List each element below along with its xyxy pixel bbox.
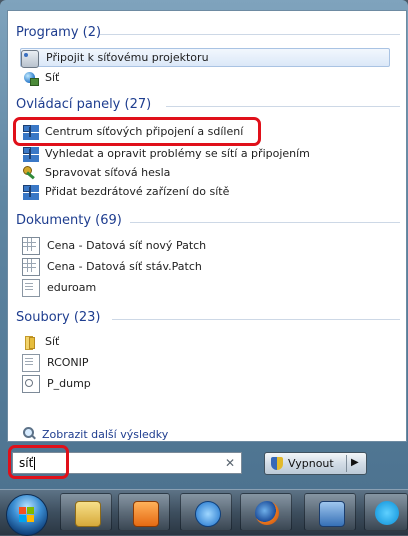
clear-search-icon[interactable]: ✕ [225,456,235,470]
shutdown-button[interactable]: Vypnout ▶ [264,452,367,475]
network-center-icon [22,124,38,140]
section-header-files: Soubory (23) [16,310,101,325]
dump-file-icon [22,374,40,393]
result-item-add-wireless-device[interactable]: Přidat bezdrátové zařízení do sítě [22,182,392,201]
divider [100,34,400,35]
result-label: Cena - Datová síť nový Patch [47,239,207,252]
taskbar-skype-button[interactable] [364,493,408,531]
see-more-results-label: Zobrazit další výsledky [42,427,169,441]
taskbar-explorer-button[interactable] [60,493,112,531]
document-icon [22,353,40,372]
start-button[interactable] [6,494,48,536]
shutdown-options-arrow-icon[interactable]: ▶ [351,457,359,468]
result-item-file[interactable]: RCONIP [22,353,392,372]
result-item-document[interactable]: eduroam [22,278,392,297]
skype-icon [375,501,399,525]
divider [112,319,400,320]
result-item-file[interactable]: Síť [22,332,392,351]
projector-icon [21,50,39,68]
document-icon [22,278,40,297]
result-label: P_dump [47,377,91,390]
result-item-document[interactable]: Cena - Datová síť stáv.Patch [22,257,392,276]
divider [130,222,400,223]
result-item-network[interactable]: Síť [22,68,392,87]
remote-desktop-icon [319,501,345,527]
result-label: Centrum síťových připojení a sdílení [45,125,244,138]
section-header-documents: Dokumenty (69) [16,213,122,228]
result-item-document[interactable]: Cena - Datová síť nový Patch [22,236,392,255]
network-center-icon [22,184,38,200]
result-label: Připojit k síťovému projektoru [46,51,209,64]
result-label: RCONIP [47,356,89,369]
result-label: Spravovat síťová hesla [45,166,171,179]
result-label: Síť [45,335,60,348]
section-header-programs: Programy (2) [16,25,102,40]
taskbar-media-player-button[interactable] [118,493,170,531]
taskbar-remote-desktop-button[interactable] [304,493,356,531]
spreadsheet-icon [22,257,40,276]
section-header-control-panel: Ovládací panely (27) [16,97,152,112]
key-icon [22,165,38,181]
shield-icon [271,457,283,470]
divider [166,106,400,107]
windows-logo-icon [19,507,35,523]
result-label: Přidat bezdrátové zařízení do sítě [45,185,230,198]
result-item-manage-passwords[interactable]: Spravovat síťová hesla [22,163,392,182]
result-item-file[interactable]: P_dump [22,374,392,393]
result-item-network-sharing-center[interactable]: Centrum síťových připojení a sdílení [22,122,392,141]
result-label: eduroam [47,281,97,294]
search-icon [22,426,38,442]
taskbar-firefox-button[interactable] [240,493,292,531]
media-player-icon [133,501,159,527]
folder-icon [22,334,38,350]
windows-explorer-icon [75,501,101,527]
network-icon [22,70,39,86]
taskbar-internet-explorer-button[interactable] [180,493,232,531]
see-more-results-link[interactable]: Zobrazit další výsledky [22,425,168,443]
search-results-panel: Programy (2) Připojit k síťovému projekt… [7,10,407,442]
spreadsheet-icon [22,236,40,255]
divider [346,455,347,472]
network-center-icon [22,146,38,162]
result-label: Síť [45,71,60,84]
result-item-troubleshoot-network[interactable]: Vyhledat a opravit problémy se sítí a př… [22,144,392,163]
result-label: Cena - Datová síť stáv.Patch [47,260,202,273]
internet-explorer-icon [195,501,221,527]
highlight-annotation [8,445,69,479]
firefox-icon [255,501,279,525]
shutdown-label: Vypnout [288,457,334,470]
result-item-network-projector[interactable]: Připojit k síťovému projektoru [20,48,390,68]
result-label: Vyhledat a opravit problémy se sítí a př… [45,147,310,160]
